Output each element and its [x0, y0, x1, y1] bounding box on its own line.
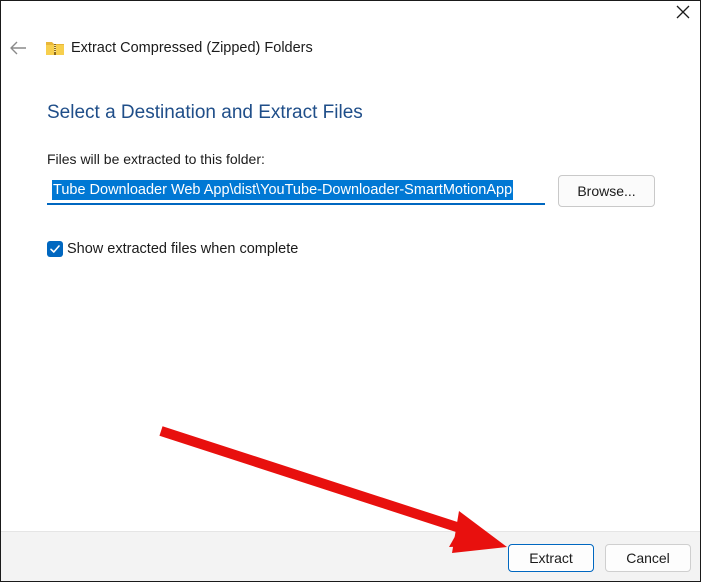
- destination-label: Files will be extracted to this folder:: [47, 151, 265, 167]
- cancel-button[interactable]: Cancel: [605, 544, 691, 572]
- back-button[interactable]: [7, 37, 29, 59]
- close-icon: [676, 5, 690, 19]
- page-heading: Select a Destination and Extract Files: [47, 102, 363, 123]
- zip-folder-icon: [46, 42, 64, 55]
- destination-path-input[interactable]: Tube Downloader Web App\dist\YouTube-Dow…: [47, 177, 545, 205]
- close-button[interactable]: [666, 1, 700, 23]
- show-files-checkbox[interactable]: [47, 241, 63, 257]
- back-arrow-icon: [10, 41, 26, 55]
- wizard-title: Extract Compressed (Zipped) Folders: [71, 40, 313, 56]
- show-files-label[interactable]: Show extracted files when complete: [67, 241, 298, 257]
- extract-button[interactable]: Extract: [508, 544, 594, 572]
- dialog-footer: [1, 531, 700, 581]
- checkmark-icon: [50, 245, 60, 253]
- browse-button[interactable]: Browse...: [558, 175, 655, 207]
- destination-path-value: Tube Downloader Web App\dist\YouTube-Dow…: [52, 180, 514, 200]
- extract-wizard-window: Extract Compressed (Zipped) Folders Sele…: [0, 0, 701, 582]
